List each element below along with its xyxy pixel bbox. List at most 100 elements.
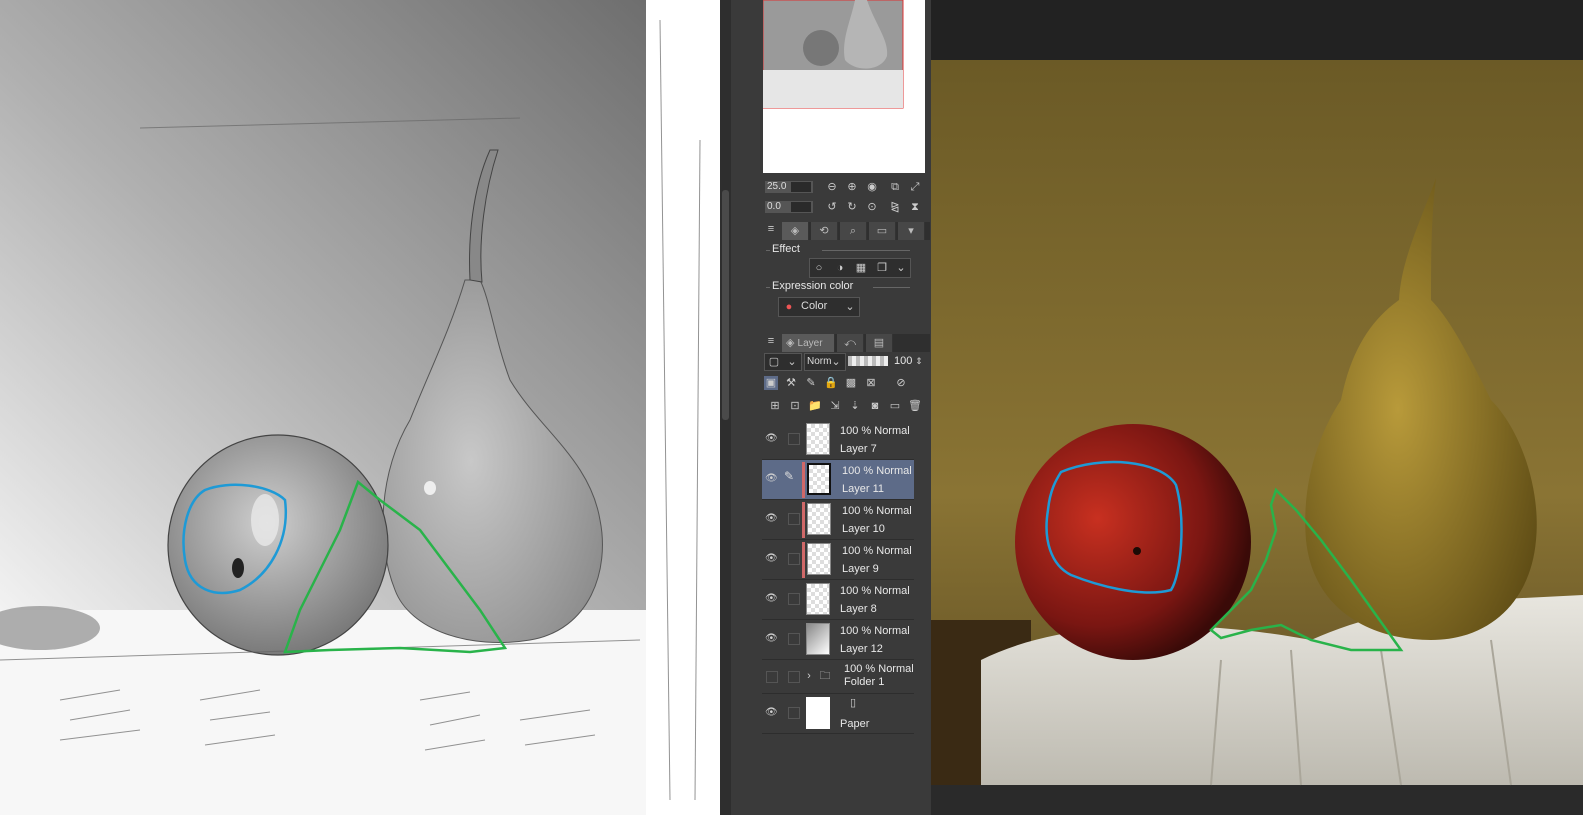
lock-transparency-icon[interactable]: ▩ — [844, 376, 858, 390]
eye-icon[interactable]: 👁 — [765, 634, 778, 644]
layer-name: Layer 7 — [840, 443, 877, 455]
folder-icon: 🗀 — [819, 670, 831, 682]
eye-icon[interactable]: 👁 — [765, 474, 778, 484]
eye-icon[interactable]: 👁 — [765, 708, 778, 718]
new-vector-layer-icon[interactable]: ⊡ — [788, 399, 802, 413]
draft-layer-icon[interactable]: ✎ — [804, 376, 818, 390]
layer-name: Layer 10 — [842, 523, 885, 535]
effect-divider-right — [822, 250, 910, 251]
layer-row-layer-7[interactable]: 👁 100 % Normal Layer 7 — [762, 420, 914, 460]
palette-menu-icon[interactable]: ≡ — [764, 222, 778, 236]
chevron-right-icon[interactable]: › — [802, 669, 816, 683]
tab-layer-property[interactable]: ◈ — [782, 222, 809, 240]
layer-mask-icon[interactable]: ◙ — [868, 399, 882, 413]
layer-row-layer-10[interactable]: 👁 100 % Normal Layer 10 — [762, 500, 914, 540]
opacity-stepper[interactable]: ⇕ — [912, 354, 926, 368]
drawing-canvas[interactable] — [0, 0, 720, 815]
blend-mode-value: Normal — [807, 356, 831, 367]
paper-thumbnail — [806, 697, 830, 729]
tab-sub-tool[interactable]: ⌕ — [840, 222, 867, 240]
layer-color-icon[interactable]: ❐ — [875, 261, 889, 275]
border-effect-icon[interactable]: ○ — [812, 261, 826, 275]
expression-color-select[interactable]: ● Color ⌄ — [778, 297, 860, 317]
scrollbar-thumb[interactable] — [722, 190, 729, 420]
merge-down-icon[interactable]: ⇣ — [848, 399, 862, 413]
layer-lock-checkbox[interactable] — [788, 671, 800, 683]
visibility-checkbox[interactable] — [766, 671, 778, 683]
ruler-show-icon[interactable]: ⊘ — [894, 376, 908, 390]
fit-window-icon[interactable]: ⧉ — [888, 180, 902, 194]
layer-tab-bar: ◈ Layer ⤺ ▤ — [782, 334, 930, 352]
layer-row-folder-1[interactable]: › 🗀 100 % Normal Folder 1 — [762, 660, 914, 694]
layer-row-paper[interactable]: 👁 ▯ Paper — [762, 694, 914, 734]
layer-lock-checkbox[interactable] — [788, 513, 800, 525]
reference-layer-icon[interactable]: ⚒ — [784, 376, 798, 390]
navigator-preview[interactable] — [763, 0, 925, 173]
layer-row-layer-12[interactable]: 👁 100 % Normal Layer 12 — [762, 620, 914, 660]
layer-mode: 100 % Normal — [840, 585, 910, 597]
tab-tool-property[interactable]: ⟲ — [811, 222, 838, 240]
palette-panel: 25.0 0.0 ⊖ ⊕ ◉ ⧉ ⤢ ↺ ↻ ⊙ ⧎ ⧗ ≡ ◈ ⟲ ⌕ ▭ ▾… — [720, 0, 931, 815]
actual-size-icon[interactable]: ◉ — [865, 180, 879, 194]
tab-layer[interactable]: ◈ Layer — [782, 334, 835, 352]
rotate-left-icon[interactable]: ↺ — [825, 200, 839, 214]
paper-layer-icon: ▯ — [849, 697, 857, 709]
layer-row-layer-11[interactable]: 👁 ✎ 100 % Normal Layer 11 — [762, 460, 914, 500]
layer-row-layer-9[interactable]: 👁 100 % Normal Layer 9 — [762, 540, 914, 580]
tone-effect-icon[interactable]: ◑ — [833, 261, 847, 275]
delete-layer-icon[interactable]: 🗑 — [908, 399, 922, 413]
expression-divider-right — [873, 287, 910, 288]
layer-thumbnail — [806, 423, 830, 455]
mask-enable-icon[interactable]: ⊠ — [864, 376, 878, 390]
eye-icon[interactable]: 👁 — [765, 434, 778, 444]
layer-toolbar-2: ⊞ ⊡ 📁 ⇲ ⇣ ◙ ▭ 🗑 — [764, 398, 930, 416]
layer-lock-checkbox[interactable] — [788, 633, 800, 645]
layer-name: Layer 12 — [840, 643, 883, 655]
layer-thumbnail — [806, 623, 830, 655]
zoom-in-icon[interactable]: ⊕ — [845, 180, 859, 194]
clip-layer-icon[interactable]: ▣ — [764, 376, 778, 390]
layer-lock-checkbox[interactable] — [788, 707, 800, 719]
reference-photo — [931, 0, 1583, 815]
layer-palette-menu-icon[interactable]: ≡ — [764, 334, 778, 348]
fit-navigator-icon[interactable]: ⤢ — [908, 180, 922, 194]
opacity-slider[interactable] — [848, 356, 888, 366]
layer-lock-checkbox[interactable] — [788, 593, 800, 605]
zoom-out-icon[interactable]: ⊖ — [825, 180, 839, 194]
eye-icon[interactable]: 👁 — [765, 514, 778, 524]
eye-icon[interactable]: 👁 — [765, 594, 778, 604]
effect-label: Effect — [772, 243, 800, 255]
layer-lock-checkbox[interactable] — [788, 553, 800, 565]
pattern-effect-icon[interactable]: ▦ — [854, 261, 868, 275]
flip-vertical-icon[interactable]: ⧗ — [908, 200, 922, 214]
transfer-down-icon[interactable]: ⇲ — [828, 399, 842, 413]
layer-mode: 100 % Normal — [842, 505, 912, 517]
layer-row-layer-8[interactable]: 👁 100 % Normal Layer 8 — [762, 580, 914, 620]
new-folder-icon[interactable]: 📁 — [808, 399, 822, 413]
canvas-scrollbar[interactable] — [720, 0, 731, 815]
blend-swatch-select[interactable]: ▢ ⌄ — [764, 353, 802, 371]
zoom-value[interactable]: 25.0 — [765, 181, 813, 193]
tab-more[interactable]: ▾ — [898, 222, 925, 240]
rotate-right-icon[interactable]: ↻ — [845, 200, 859, 214]
layer-thumbnail — [807, 543, 831, 575]
layer-name: Layer 8 — [840, 603, 877, 615]
effect-dropdown-icon[interactable]: ⌄ — [894, 261, 908, 275]
lock-icon[interactable]: 🔒 — [824, 376, 838, 390]
layer-mode: 100 % Normal — [840, 425, 910, 437]
tab-layer-search[interactable]: ▤ — [866, 334, 893, 352]
new-raster-layer-icon[interactable]: ⊞ — [768, 399, 782, 413]
tab-history[interactable]: ⤺ — [837, 334, 864, 352]
blend-mode-select[interactable]: Normal⌄ — [804, 353, 846, 371]
apply-mask-icon[interactable]: ▭ — [888, 399, 902, 413]
chevron-down-icon: ⌄ — [831, 356, 841, 368]
flip-horizontal-icon[interactable]: ⧎ — [888, 200, 902, 214]
layer-lock-checkbox[interactable] — [788, 433, 800, 445]
reference-image-window[interactable] — [931, 0, 1583, 815]
rotate-value[interactable]: 0.0 — [765, 201, 813, 213]
property-tab-bar: ◈ ⟲ ⌕ ▭ ▾ — [782, 222, 930, 240]
tab-auto-action[interactable]: ▭ — [869, 222, 896, 240]
reset-rotation-icon[interactable]: ⊙ — [865, 200, 879, 214]
tab-layer-label: Layer — [797, 338, 823, 349]
eye-icon[interactable]: 👁 — [765, 554, 778, 564]
